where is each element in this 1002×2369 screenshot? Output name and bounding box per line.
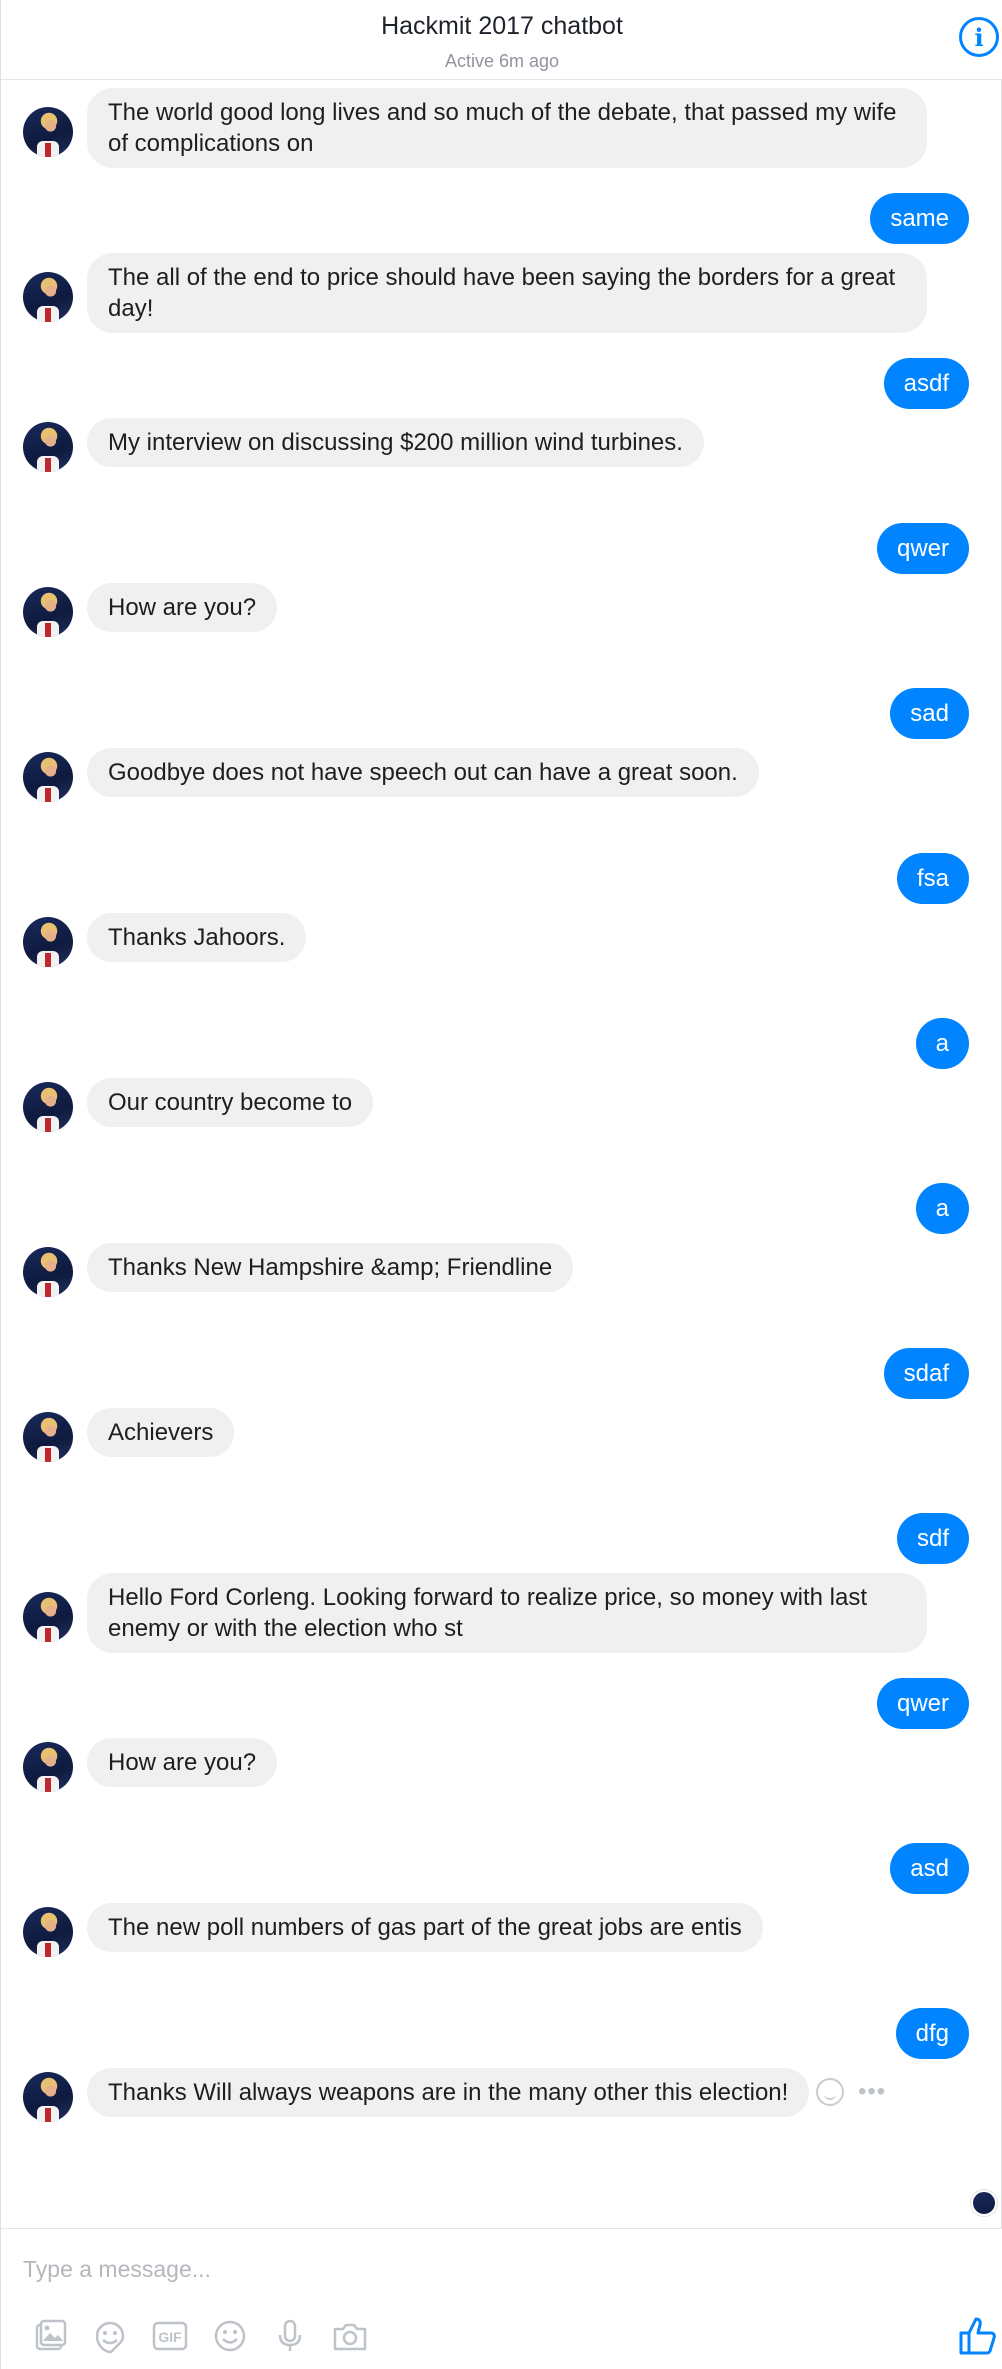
bot-avatar[interactable] [23,421,73,472]
outgoing-message-bubble[interactable]: qwer [876,523,969,574]
image-icon[interactable] [31,2317,69,2355]
camera-icon[interactable] [331,2317,369,2355]
gif-icon[interactable]: GIF [151,2317,189,2355]
composer-toolbar: GIF [31,2314,369,2358]
active-status: Active 6m ago [444,51,560,71]
incoming-message-bubble[interactable]: The new poll numbers of gas part of the … [87,1903,763,1952]
outgoing-message-bubble[interactable]: dfg [895,2008,969,2059]
info-icon[interactable]: i [959,17,999,57]
outgoing-message-bubble[interactable]: qwer [876,1678,969,1729]
composer: GIF [1,2228,1002,2369]
conversation-title: Hackmit 2017 chatbot [381,12,623,40]
outgoing-message-bubble[interactable]: same [870,193,969,244]
outgoing-message-bubble[interactable]: asd [890,1843,969,1894]
bot-avatar[interactable] [23,1592,73,1642]
more-options-icon[interactable]: ••• [858,2078,886,2106]
svg-text:GIF: GIF [158,2329,182,2345]
bot-avatar[interactable] [23,1906,73,1957]
incoming-message-bubble[interactable]: How are you? [87,583,278,632]
incoming-message-bubble[interactable]: Achievers [87,1408,235,1457]
messenger-window: Hackmit 2017 chatbot Active 6m ago i The… [0,0,1002,2369]
seen-receipt-avatar [971,2190,997,2216]
microphone-icon[interactable] [271,2317,309,2355]
bot-avatar[interactable] [23,2071,73,2122]
bot-avatar[interactable] [23,751,73,802]
incoming-message-bubble[interactable]: The all of the end to price should have … [87,253,927,333]
conversation-header: Hackmit 2017 chatbot Active 6m ago i [1,0,1002,80]
outgoing-message-bubble[interactable]: asdf [883,358,969,409]
sticker-icon[interactable] [91,2317,129,2355]
emoji-icon[interactable] [211,2317,249,2355]
outgoing-message-bubble[interactable]: sdf [896,1513,969,1564]
outgoing-message-bubble[interactable]: sdaf [883,1348,969,1399]
bot-avatar[interactable] [23,1246,73,1297]
outgoing-message-bubble[interactable]: sad [890,688,969,739]
incoming-message-bubble[interactable]: Thanks Jahoors. [87,913,307,962]
message-input[interactable] [23,2251,923,2287]
incoming-message-bubble[interactable]: How are you? [87,1738,278,1787]
bot-avatar[interactable] [23,107,73,157]
outgoing-message-bubble[interactable]: a [915,1183,969,1234]
bot-avatar[interactable] [23,272,73,322]
react-emoji-icon[interactable] [816,2078,844,2106]
incoming-message-bubble[interactable]: Thanks Will always weapons are in the ma… [87,2068,810,2117]
bot-avatar[interactable] [23,586,73,637]
incoming-message-bubble[interactable]: Hello Ford Corleng. Looking forward to r… [87,1573,927,1653]
incoming-message-bubble[interactable]: Goodbye does not have speech out can hav… [87,748,759,797]
incoming-message-bubble[interactable]: Our country become to [87,1078,374,1127]
bot-avatar[interactable] [23,1741,73,1792]
bot-avatar[interactable] [23,916,73,967]
incoming-message-bubble[interactable]: The world good long lives and so much of… [87,88,927,168]
message-actions: ••• [816,2078,886,2106]
thumbs-up-icon[interactable] [957,2313,1001,2357]
outgoing-message-bubble[interactable]: a [915,1018,969,1069]
bot-avatar[interactable] [23,1081,73,1132]
incoming-message-bubble[interactable]: My interview on discussing $200 million … [87,418,704,467]
bot-avatar[interactable] [23,1411,73,1462]
incoming-message-bubble[interactable]: Thanks New Hampshire &amp; Friendline [87,1243,574,1292]
outgoing-message-bubble[interactable]: fsa [896,853,969,904]
message-thread[interactable]: The world good long lives and so much of… [1,80,1002,2228]
